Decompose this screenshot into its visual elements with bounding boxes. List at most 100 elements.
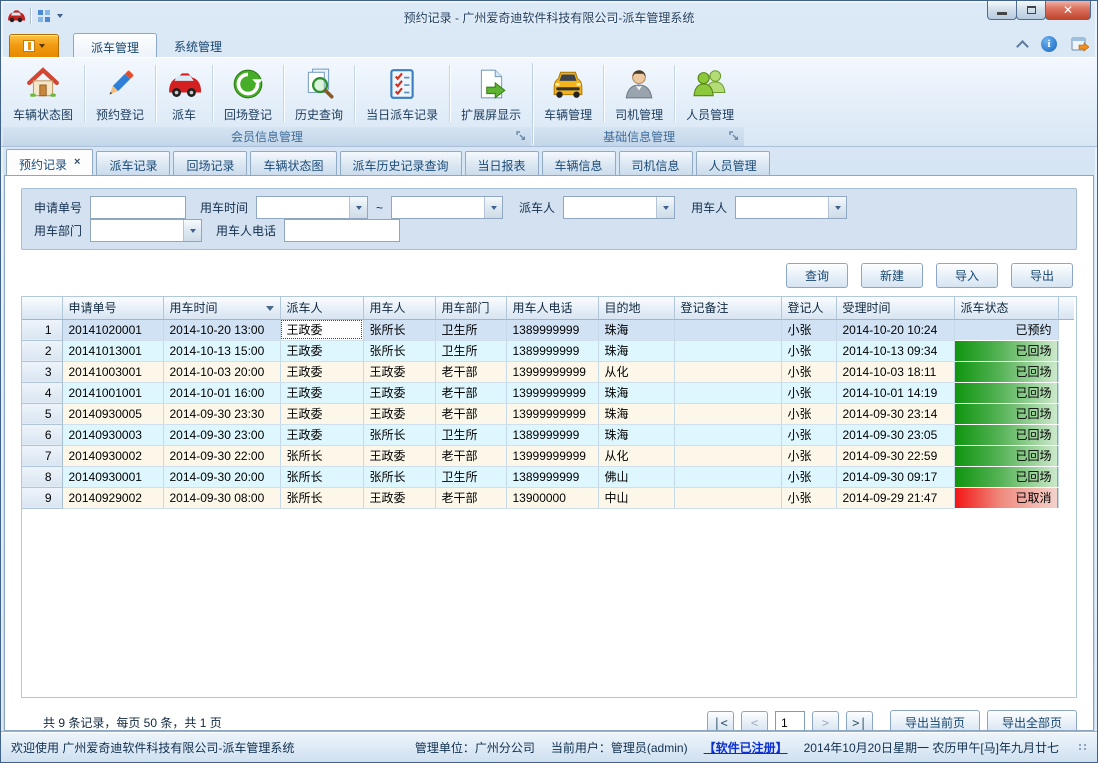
cell-note[interactable]: [674, 466, 781, 487]
collapse-ribbon-icon[interactable]: [1016, 40, 1029, 53]
cell-phone[interactable]: 13999999999: [506, 445, 598, 466]
cell-apply-no[interactable]: 20141001001: [62, 382, 163, 403]
cell-dispatch-status[interactable]: 已回场: [954, 445, 1058, 466]
dept-combo[interactable]: [90, 219, 202, 242]
table-row[interactable]: 6 20140930003 2014-09-30 23:00 王政委 张所长 卫…: [22, 424, 1074, 445]
cell-dispatcher[interactable]: 张所长: [280, 487, 363, 508]
table-row[interactable]: 3 20141003001 2014-10-03 20:00 王政委 王政委 老…: [22, 361, 1074, 382]
row-header[interactable]: 7: [22, 445, 62, 466]
col-phone[interactable]: 用车人电话: [506, 297, 598, 319]
cell-note[interactable]: [674, 445, 781, 466]
doc-tab[interactable]: 派车记录: [96, 151, 170, 175]
extend-screen-button[interactable]: 扩展屏显示: [451, 60, 531, 127]
cell-note[interactable]: [674, 403, 781, 424]
cell-accept-time[interactable]: 2014-09-30 23:05: [836, 424, 954, 445]
cell-note[interactable]: [674, 487, 781, 508]
toolbar-dropdown-icon[interactable]: [57, 14, 63, 18]
cell-apply-no[interactable]: 20141003001: [62, 361, 163, 382]
cell-user[interactable]: 张所长: [363, 424, 435, 445]
cell-destination[interactable]: 珠海: [598, 382, 674, 403]
cell-accept-time[interactable]: 2014-09-30 09:17: [836, 466, 954, 487]
cell-dept[interactable]: 老干部: [435, 445, 506, 466]
cell-dispatcher[interactable]: 王政委: [280, 382, 363, 403]
cell-phone[interactable]: 1389999999: [506, 424, 598, 445]
dialog-launcher-icon[interactable]: [516, 131, 527, 142]
row-header[interactable]: 2: [22, 340, 62, 361]
cell-note[interactable]: [674, 340, 781, 361]
dialog-launcher-icon[interactable]: [729, 131, 740, 142]
cell-dispatch-status[interactable]: 已取消: [954, 487, 1058, 508]
vehicle-status-chart-button[interactable]: 车辆状态图: [3, 60, 83, 127]
cell-phone[interactable]: 1389999999: [506, 319, 598, 340]
cell-dept[interactable]: 老干部: [435, 487, 506, 508]
cell-apply-no[interactable]: 20141013001: [62, 340, 163, 361]
prev-page-button[interactable]: <: [741, 711, 768, 731]
cell-destination[interactable]: 珠海: [598, 424, 674, 445]
cell-registrar[interactable]: 小张: [781, 487, 836, 508]
cell-note[interactable]: [674, 319, 781, 340]
cell-phone[interactable]: 1389999999: [506, 340, 598, 361]
col-accept-time[interactable]: 受理时间: [836, 297, 954, 319]
return-register-button[interactable]: 回场登记: [214, 60, 282, 127]
table-row[interactable]: 1 20141020001 2014-10-20 13:00 王政委 张所长 卫…: [22, 319, 1074, 340]
combo-dropdown-button[interactable]: [183, 220, 201, 241]
cell-accept-time[interactable]: 2014-09-30 23:14: [836, 403, 954, 424]
doc-tab[interactable]: 人员管理: [696, 151, 770, 175]
cell-dispatcher[interactable]: 王政委: [280, 319, 363, 340]
use-time-to-combo[interactable]: [391, 196, 503, 219]
cell-phone[interactable]: 13900000: [506, 487, 598, 508]
cell-apply-no[interactable]: 20141020001: [62, 319, 163, 340]
cell-dept[interactable]: 卫生所: [435, 424, 506, 445]
ribbon-tab-system[interactable]: 系统管理: [157, 33, 239, 57]
user-combo[interactable]: [735, 196, 847, 219]
license-registered-link[interactable]: 【软件已注册】: [704, 739, 788, 756]
row-header[interactable]: 5: [22, 403, 62, 424]
table-row[interactable]: 5 20140930005 2014-09-30 23:30 王政委 王政委 老…: [22, 403, 1074, 424]
cell-use-time[interactable]: 2014-09-30 23:30: [163, 403, 280, 424]
cell-use-time[interactable]: 2014-09-30 23:00: [163, 424, 280, 445]
layout-switch-icon[interactable]: [36, 8, 52, 24]
reservation-register-button[interactable]: 预约登记: [86, 60, 154, 127]
cell-dispatcher[interactable]: 王政委: [280, 340, 363, 361]
doc-tab[interactable]: 司机信息: [619, 151, 693, 175]
table-row[interactable]: 9 20140929002 2014-09-30 08:00 张所长 王政委 老…: [22, 487, 1074, 508]
cell-note[interactable]: [674, 361, 781, 382]
row-header[interactable]: 1: [22, 319, 62, 340]
cell-registrar[interactable]: 小张: [781, 403, 836, 424]
cell-destination[interactable]: 从化: [598, 445, 674, 466]
cell-dept[interactable]: 老干部: [435, 403, 506, 424]
row-header[interactable]: 3: [22, 361, 62, 382]
cell-phone[interactable]: 1389999999: [506, 466, 598, 487]
cell-use-time[interactable]: 2014-10-13 15:00: [163, 340, 280, 361]
cell-user[interactable]: 王政委: [363, 382, 435, 403]
cell-use-time[interactable]: 2014-10-20 13:00: [163, 319, 280, 340]
cell-destination[interactable]: 佛山: [598, 466, 674, 487]
col-note[interactable]: 登记备注: [674, 297, 781, 319]
export-button[interactable]: 导出: [1011, 263, 1073, 288]
dispatcher-combo[interactable]: [563, 196, 675, 219]
cell-destination[interactable]: 珠海: [598, 319, 674, 340]
cell-dispatch-status[interactable]: 已预约: [954, 319, 1058, 340]
restore-button[interactable]: [1016, 1, 1046, 20]
col-destination[interactable]: 目的地: [598, 297, 674, 319]
cell-use-time[interactable]: 2014-09-30 22:00: [163, 445, 280, 466]
apply-no-input[interactable]: [90, 196, 186, 219]
cell-phone[interactable]: 13999999999: [506, 382, 598, 403]
table-row[interactable]: 2 20141013001 2014-10-13 15:00 王政委 张所长 卫…: [22, 340, 1074, 361]
vehicle-management-button[interactable]: 车辆管理: [534, 60, 602, 127]
info-icon[interactable]: i: [1041, 36, 1057, 52]
cell-dispatcher[interactable]: 王政委: [280, 403, 363, 424]
cell-dispatch-status[interactable]: 已回场: [954, 403, 1058, 424]
cell-dept[interactable]: 卫生所: [435, 319, 506, 340]
cell-dispatcher[interactable]: 王政委: [280, 424, 363, 445]
cell-apply-no[interactable]: 20140930001: [62, 466, 163, 487]
dispatch-button[interactable]: 派车: [157, 60, 211, 127]
sort-filter-icon[interactable]: [266, 306, 274, 311]
combo-dropdown-button[interactable]: [656, 197, 674, 218]
doc-tab[interactable]: 预约记录 ×: [6, 149, 93, 175]
col-apply-no[interactable]: 申请单号: [62, 297, 163, 319]
cell-registrar[interactable]: 小张: [781, 361, 836, 382]
col-user[interactable]: 用车人: [363, 297, 435, 319]
cell-accept-time[interactable]: 2014-10-13 09:34: [836, 340, 954, 361]
cell-dept[interactable]: 老干部: [435, 361, 506, 382]
